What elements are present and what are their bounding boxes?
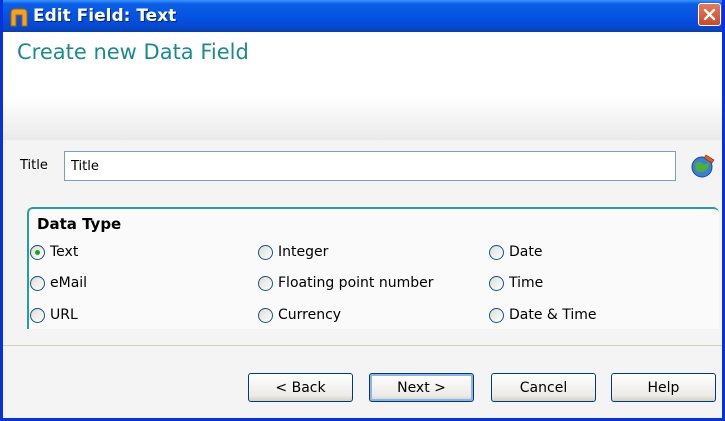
radio-currency[interactable]: Currency	[258, 307, 341, 323]
radio-indicator[interactable]	[30, 244, 45, 260]
title-bar[interactable]: Edit Field: Text	[3, 0, 722, 32]
radio-indicator[interactable]	[258, 307, 273, 323]
data-type-legend: Data Type	[37, 215, 122, 233]
window-title: Edit Field: Text	[33, 6, 177, 26]
radio-label: eMail	[50, 275, 88, 291]
help-button[interactable]: Help	[611, 373, 716, 402]
dialog-window: Edit Field: Text Create new Data Field T…	[0, 0, 725, 421]
radio-date[interactable]: Date	[489, 244, 542, 260]
radio-indicator[interactable]	[258, 244, 273, 260]
radio-label: Date	[509, 244, 543, 260]
radio-indicator[interactable]	[258, 275, 273, 291]
radio-indicator[interactable]	[30, 307, 45, 323]
data-type-group	[27, 207, 719, 329]
radio-floating-point[interactable]: Floating point number	[258, 275, 433, 291]
radio-label: Date & Time	[509, 307, 597, 323]
radio-label: Floating point number	[278, 275, 434, 291]
close-icon	[703, 8, 716, 21]
title-label: Title	[20, 158, 48, 173]
radio-email[interactable]: eMail	[30, 275, 87, 291]
title-input[interactable]	[64, 151, 676, 181]
radio-date-time[interactable]: Date & Time	[489, 307, 597, 323]
next-button[interactable]: Next >	[369, 373, 474, 402]
wizard-header: Create new Data Field	[3, 32, 722, 140]
radio-text[interactable]: Text	[30, 244, 78, 260]
radio-url[interactable]: URL	[30, 307, 78, 323]
app-icon	[10, 8, 28, 27]
page-title: Create new Data Field	[17, 40, 249, 64]
back-button[interactable]: < Back	[248, 373, 353, 402]
radio-integer[interactable]: Integer	[258, 244, 328, 260]
radio-indicator[interactable]	[489, 275, 504, 291]
radio-time[interactable]: Time	[489, 275, 543, 291]
globe-icon[interactable]	[689, 152, 717, 180]
radio-label: Text	[50, 244, 79, 260]
cancel-button[interactable]: Cancel	[491, 373, 596, 402]
radio-label: Currency	[278, 307, 342, 323]
radio-label: Time	[509, 275, 544, 291]
radio-label: URL	[50, 307, 78, 323]
footer-divider	[3, 345, 722, 346]
radio-indicator[interactable]	[489, 307, 504, 323]
close-button[interactable]	[698, 3, 721, 26]
radio-indicator[interactable]	[489, 244, 504, 260]
radio-indicator[interactable]	[30, 275, 45, 291]
radio-label: Integer	[278, 244, 329, 260]
